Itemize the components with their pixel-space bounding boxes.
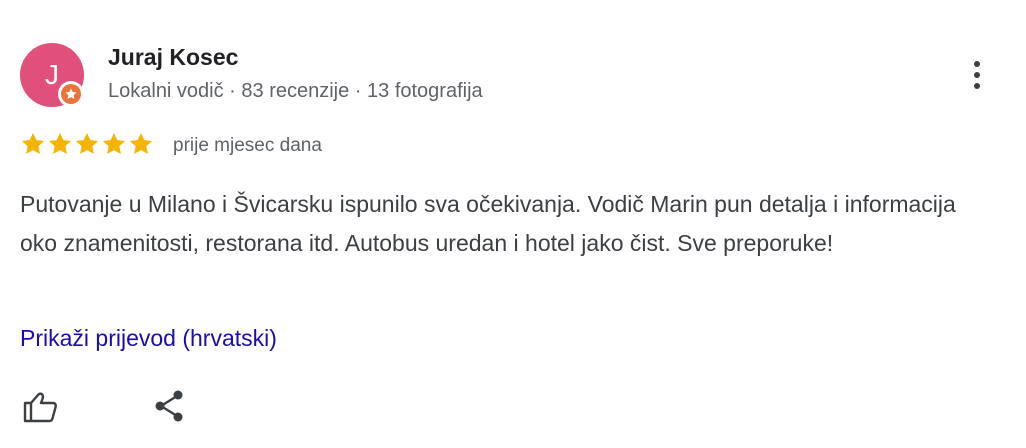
more-vert-icon-dot	[974, 72, 980, 78]
thumb-up-icon	[23, 392, 58, 423]
star-rating	[20, 131, 154, 157]
local-guide-star-icon	[65, 88, 77, 100]
author-name[interactable]: Juraj Kosec	[108, 44, 238, 71]
more-options-button[interactable]	[960, 55, 994, 95]
star-icon	[102, 132, 126, 154]
review-time: prije mjesec dana	[173, 135, 322, 156]
more-vert-icon-dot	[974, 83, 980, 89]
share-button[interactable]	[150, 386, 190, 426]
more-vert-icon	[974, 61, 980, 67]
star-icon	[21, 132, 45, 154]
review-card: J Juraj Kosec Lokalni vodič · 83 recenzi…	[0, 0, 1026, 448]
star-icon	[129, 132, 153, 154]
local-guide-badge	[58, 81, 84, 107]
avatar-letter: J	[45, 59, 59, 90]
show-translation-link[interactable]: Prikaži prijevod (hrvatski)	[20, 325, 277, 352]
star-icon	[48, 132, 72, 154]
star-icon	[75, 132, 99, 154]
review-text: Putovanje u Milano i Švicarsku ispunilo …	[20, 191, 956, 256]
share-icon	[155, 390, 183, 422]
like-button[interactable]	[20, 386, 60, 426]
author-meta: Lokalni vodič · 83 recenzije · 13 fotogr…	[108, 80, 483, 102]
